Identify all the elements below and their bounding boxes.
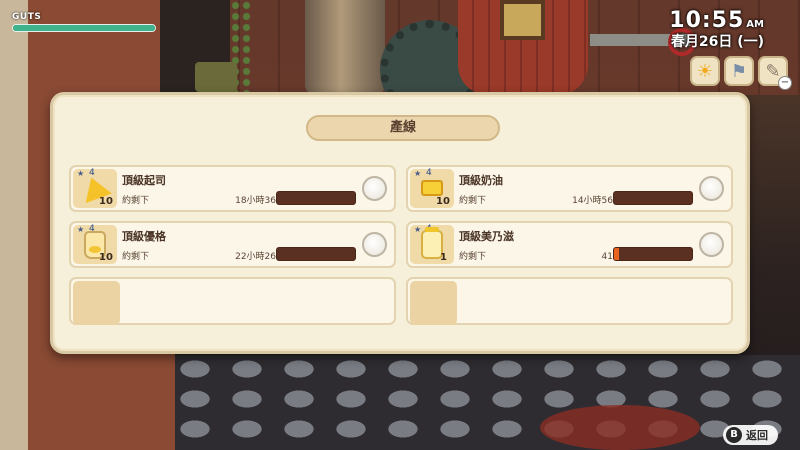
background-crate — [195, 62, 237, 92]
production-slot-empty[interactable] — [69, 277, 396, 325]
clock-date: 春月26日 (一) — [670, 34, 764, 50]
slot-icon-frame: ★ 4 10 — [410, 168, 454, 208]
quality-star-icon: ★ — [414, 225, 422, 234]
tool-minus-badge: − — [778, 76, 792, 90]
guts-bar-track — [12, 24, 156, 32]
guts-meter: GUTS — [12, 12, 156, 32]
panel-title: 產線 — [306, 115, 500, 141]
select-radio[interactable] — [362, 232, 387, 257]
progress-bar — [613, 247, 693, 261]
slot-icon-frame-empty — [410, 281, 457, 325]
slot-icon-frame: ★ 4 10 — [73, 224, 117, 264]
remaining-label: 約剩下 — [122, 252, 150, 262]
item-name: 頂級起司 — [122, 174, 166, 187]
hud-status-icons: ☀ ⚑ ✎ − — [690, 56, 792, 90]
item-name: 頂級奶油 — [459, 174, 503, 187]
clock-time: 10:55 — [669, 8, 745, 33]
guts-label: GUTS — [12, 12, 42, 22]
item-name: 頂級美乃滋 — [459, 230, 514, 243]
quality-star-icon: ★ — [77, 169, 85, 178]
production-slot-butter[interactable]: ★ 4 10 頂級奶油 約剩下 14小時56分鐘 — [406, 165, 733, 212]
production-slot-mayonnaise[interactable]: ★ 4 1 頂級美乃滋 約剩下 41分鐘 — [406, 221, 733, 268]
remaining-label: 約剩下 — [459, 252, 487, 262]
background-stone-floor — [175, 355, 800, 450]
quality-level-icon: 4 — [426, 168, 432, 178]
background-tank — [305, 0, 385, 95]
wind-flag-icon: ⚑ — [724, 56, 754, 86]
remaining-label: 約剩下 — [459, 196, 487, 206]
progress-bar-fill — [614, 248, 619, 260]
butter-icon — [421, 180, 443, 196]
select-radio[interactable] — [362, 176, 387, 201]
slot-icon-frame: ★ 4 10 — [73, 168, 117, 208]
tool-icon[interactable]: ✎ − — [758, 56, 792, 90]
b-button-icon: B — [726, 427, 742, 443]
back-button[interactable]: B 返回 — [723, 425, 778, 445]
progress-bar — [276, 191, 356, 205]
production-slot-yogurt[interactable]: ★ 4 10 頂級優格 約剩下 22小時26分鐘 — [69, 221, 396, 268]
slot-icon-frame: ★ 4 1 — [410, 224, 454, 264]
clock-ampm: AM — [746, 19, 764, 30]
item-quantity: 10 — [99, 252, 113, 263]
production-slot-cheese[interactable]: ★ 4 10 頂級起司 約剩下 18小時36分鐘 — [69, 165, 396, 212]
progress-bar — [613, 191, 693, 205]
select-radio[interactable] — [699, 176, 724, 201]
production-slot-empty[interactable] — [406, 277, 733, 325]
sun-icon: ☀ — [690, 56, 720, 86]
back-label: 返回 — [746, 429, 768, 442]
item-quantity: 10 — [99, 196, 113, 207]
progress-bar — [276, 247, 356, 261]
production-line-panel: 產線 ★ 4 10 頂級起司 約剩下 18小時36分鐘 ★ 4 10 頂級奶油 — [50, 92, 750, 354]
slot-icon-frame-empty — [73, 281, 120, 325]
remaining-label: 約剩下 — [122, 196, 150, 206]
game-scene: GUTS 10:55 AM 春月26日 (一) ☀ ⚑ ✎ − 產線 ★ 4 10 … — [0, 0, 800, 450]
item-quantity: 10 — [436, 196, 450, 207]
background-window — [500, 0, 545, 40]
background-red-rug — [540, 405, 700, 450]
quality-star-icon: ★ — [77, 225, 85, 234]
item-quantity: 1 — [440, 252, 447, 263]
item-name: 頂級優格 — [122, 230, 166, 243]
clock: 10:55 AM 春月26日 (一) — [669, 8, 764, 51]
quality-star-icon: ★ — [414, 169, 422, 178]
guts-bar-fill — [13, 25, 155, 31]
select-radio[interactable] — [699, 232, 724, 257]
